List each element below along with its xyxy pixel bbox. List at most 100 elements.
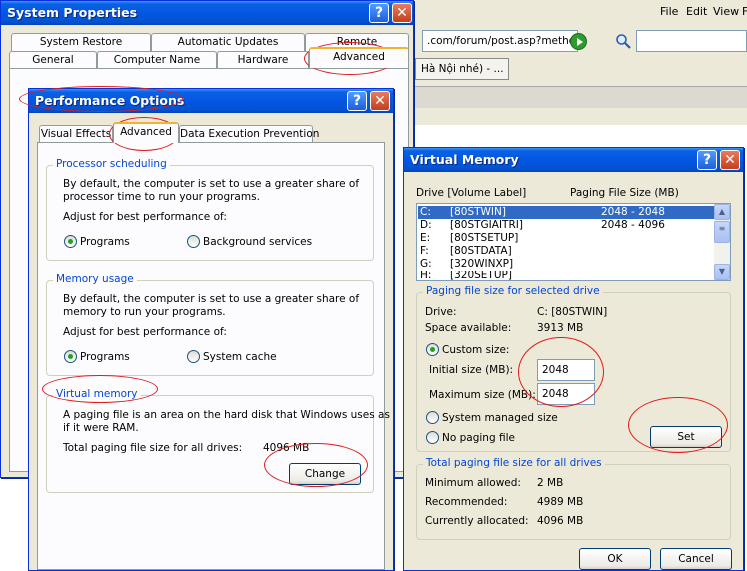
- maximum-size-input[interactable]: 2048: [537, 383, 595, 405]
- adjust-label: Adjust for best performance of:: [63, 211, 227, 223]
- initial-size-input[interactable]: 2048: [537, 359, 595, 381]
- virtual-memory-titlebar[interactable]: Virtual Memory: [404, 148, 743, 172]
- volume-label: [320WINXP]: [450, 258, 514, 270]
- processor-scheduling-group: Processor scheduling By default, the com…: [46, 158, 374, 261]
- virtual-memory-window: Virtual Memory ? ✕ Drive [Volume Label] …: [403, 147, 744, 571]
- drive-list[interactable]: C: [80STWIN] 2048 - 2048 D: [80STGIAITRI…: [416, 203, 731, 281]
- list-item[interactable]: E: [80STSETUP]: [418, 232, 714, 245]
- drive-label: Drive:: [425, 306, 457, 318]
- description: By default, the computer is set to use a…: [63, 293, 360, 305]
- tab-advanced[interactable]: Advanced: [113, 122, 179, 143]
- drive-letter: C:: [420, 206, 431, 218]
- menu-file[interactable]: File: [660, 5, 678, 18]
- scroll-thumb[interactable]: ≡: [714, 221, 730, 243]
- system-properties-titlebar[interactable]: System Properties: [1, 1, 413, 25]
- ok-button[interactable]: OK: [579, 548, 651, 570]
- tab-system-restore[interactable]: System Restore: [11, 33, 151, 51]
- programs-label[interactable]: Programs: [80, 236, 130, 249]
- virtual-memory-group: Virtual memory A paging file is an area …: [46, 388, 390, 493]
- search-icon[interactable]: [615, 33, 631, 49]
- drive-letter: G:: [420, 258, 432, 270]
- close-button[interactable]: ✕: [392, 3, 412, 23]
- selected-drive-group: Paging file size for selected drive Driv…: [416, 285, 731, 452]
- list-item[interactable]: G: [320WINXP]: [418, 258, 714, 271]
- go-icon[interactable]: [570, 33, 587, 50]
- tab-hardware[interactable]: Hardware: [217, 51, 309, 69]
- close-button[interactable]: ✕: [370, 91, 390, 111]
- help-button[interactable]: ?: [697, 150, 717, 170]
- drive-letter: F:: [420, 245, 429, 257]
- memory-usage-group: Memory usage By default, the computer is…: [46, 273, 374, 376]
- drive-value: C: [80STWIN]: [537, 306, 608, 318]
- address-bar[interactable]: .com/forum/post.asp?method=: [422, 30, 578, 52]
- set-button[interactable]: Set: [650, 426, 722, 448]
- column-header-size: Paging File Size (MB): [570, 187, 679, 199]
- volume-label: [80STSETUP]: [450, 232, 519, 244]
- description: processor time to run your programs.: [63, 191, 260, 203]
- group-title: Memory usage: [53, 273, 137, 285]
- group-title: Processor scheduling: [53, 158, 170, 170]
- tab-advanced[interactable]: Advanced: [309, 47, 409, 68]
- drive-letter: D:: [420, 219, 432, 231]
- list-item[interactable]: C: [80STWIN] 2048 - 2048: [418, 206, 714, 219]
- help-button[interactable]: ?: [369, 3, 389, 23]
- system-managed-label[interactable]: System managed size: [442, 412, 558, 425]
- programs-radio[interactable]: [64, 350, 77, 363]
- volume-label: [80STGIAITRI]: [450, 219, 523, 231]
- browser-tab[interactable]: Hà Nội nhé) - ...: [415, 58, 509, 80]
- paging-size: 2048 - 4096: [601, 219, 665, 231]
- column-header-drive: Drive [Volume Label]: [416, 187, 527, 199]
- window-title: Virtual Memory: [410, 152, 519, 167]
- no-paging-file-radio[interactable]: [426, 431, 439, 444]
- list-item[interactable]: F: [80STDATA]: [418, 245, 714, 258]
- close-button[interactable]: ✕: [720, 150, 740, 170]
- total-paging-value: 4096 MB: [263, 442, 310, 454]
- background-services-label[interactable]: Background services: [203, 236, 312, 249]
- change-button[interactable]: Change: [289, 463, 361, 485]
- group-title: Paging file size for selected drive: [423, 285, 603, 297]
- custom-size-label[interactable]: Custom size:: [442, 344, 509, 357]
- advanced-panel: Processor scheduling By default, the com…: [37, 142, 390, 570]
- programs-label[interactable]: Programs: [80, 351, 130, 364]
- tab-visual-effects[interactable]: Visual Effects: [39, 125, 113, 143]
- tab-general[interactable]: General: [9, 51, 97, 69]
- drive-list-scrollbar[interactable]: ▲ ≡ ▼: [714, 204, 730, 280]
- list-item[interactable]: D: [80STGIAITRI] 2048 - 4096: [418, 219, 714, 232]
- total-paging-group: Total paging file size for all drives Mi…: [416, 457, 731, 540]
- custom-size-radio[interactable]: [426, 343, 439, 356]
- currently-allocated-value: 4096 MB: [537, 515, 584, 527]
- menu-edit[interactable]: Edit: [686, 5, 707, 18]
- cancel-button[interactable]: Cancel: [660, 548, 732, 570]
- tab-data-execution-prevention[interactable]: Data Execution Prevention: [179, 125, 319, 143]
- menu-view[interactable]: View: [713, 5, 739, 18]
- search-input[interactable]: [636, 30, 747, 52]
- scroll-down-icon[interactable]: ▼: [714, 264, 730, 280]
- window-title: Performance Options: [35, 93, 185, 108]
- space-available-label: Space available:: [425, 322, 512, 334]
- system-cache-radio[interactable]: [187, 350, 200, 363]
- menu-favorites[interactable]: F: [742, 5, 747, 18]
- maximum-size-label: Maximum size (MB):: [429, 389, 536, 401]
- tab-computer-name[interactable]: Computer Name: [97, 51, 217, 69]
- background-services-radio[interactable]: [187, 235, 200, 248]
- list-item[interactable]: H: [320SETUP]: [418, 271, 714, 280]
- window-title: System Properties: [7, 5, 138, 20]
- performance-options-titlebar[interactable]: Performance Options: [29, 89, 393, 113]
- browser-window: File Edit View F .com/forum/post.asp?met…: [410, 0, 747, 125]
- tab-automatic-updates[interactable]: Automatic Updates: [151, 33, 305, 51]
- system-managed-radio[interactable]: [426, 411, 439, 424]
- recommended-value: 4989 MB: [537, 496, 584, 508]
- no-paging-file-label[interactable]: No paging file: [442, 432, 515, 445]
- description: A paging file is an area on the hard dis…: [63, 409, 390, 421]
- group-title: Virtual memory: [53, 388, 141, 400]
- scroll-up-icon[interactable]: ▲: [714, 204, 730, 220]
- help-button[interactable]: ?: [347, 91, 367, 111]
- drive-letter: H:: [420, 271, 432, 280]
- volume-label: [80STWIN]: [450, 206, 506, 218]
- description: By default, the computer is set to use a…: [63, 178, 360, 190]
- adjust-label: Adjust for best performance of:: [63, 326, 227, 338]
- programs-radio[interactable]: [64, 235, 77, 248]
- system-cache-label[interactable]: System cache: [203, 351, 277, 364]
- volume-label: [320SETUP]: [450, 271, 512, 280]
- currently-allocated-label: Currently allocated:: [425, 515, 529, 527]
